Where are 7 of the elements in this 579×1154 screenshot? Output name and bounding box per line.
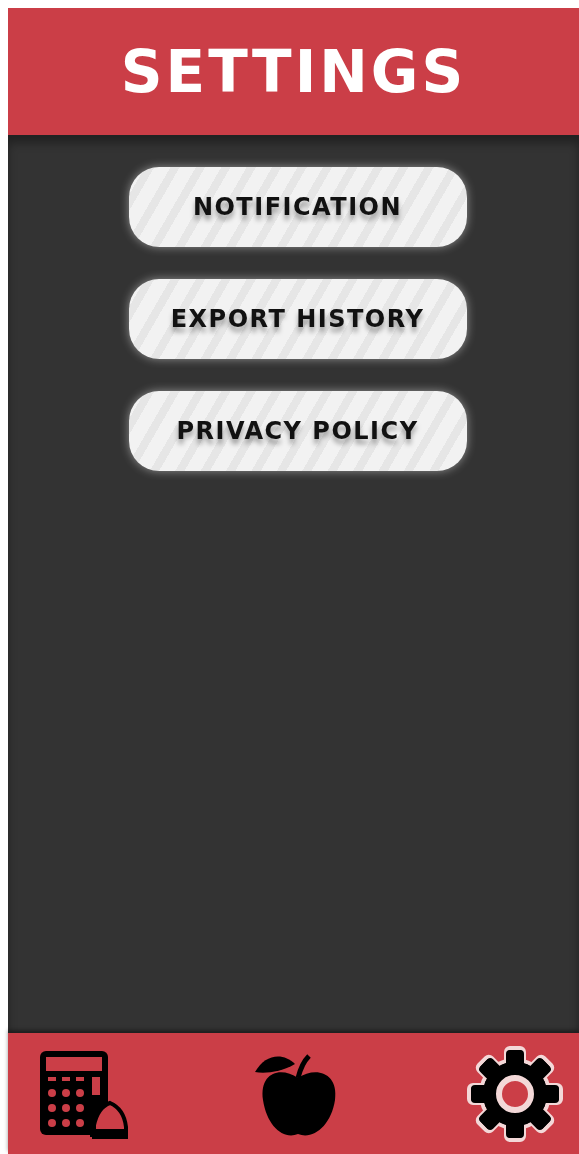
calculator-icon [38,1048,130,1139]
page-title: SETTINGS [120,37,467,106]
settings-icon [465,1043,565,1144]
nav-button[interactable] [465,1043,565,1144]
menu-button[interactable]: PRIVACY POLICY [128,391,467,471]
menu-button[interactable]: NOTIFICATION [128,167,467,247]
menu-button[interactable]: EXPORT HISTORY [128,279,467,359]
